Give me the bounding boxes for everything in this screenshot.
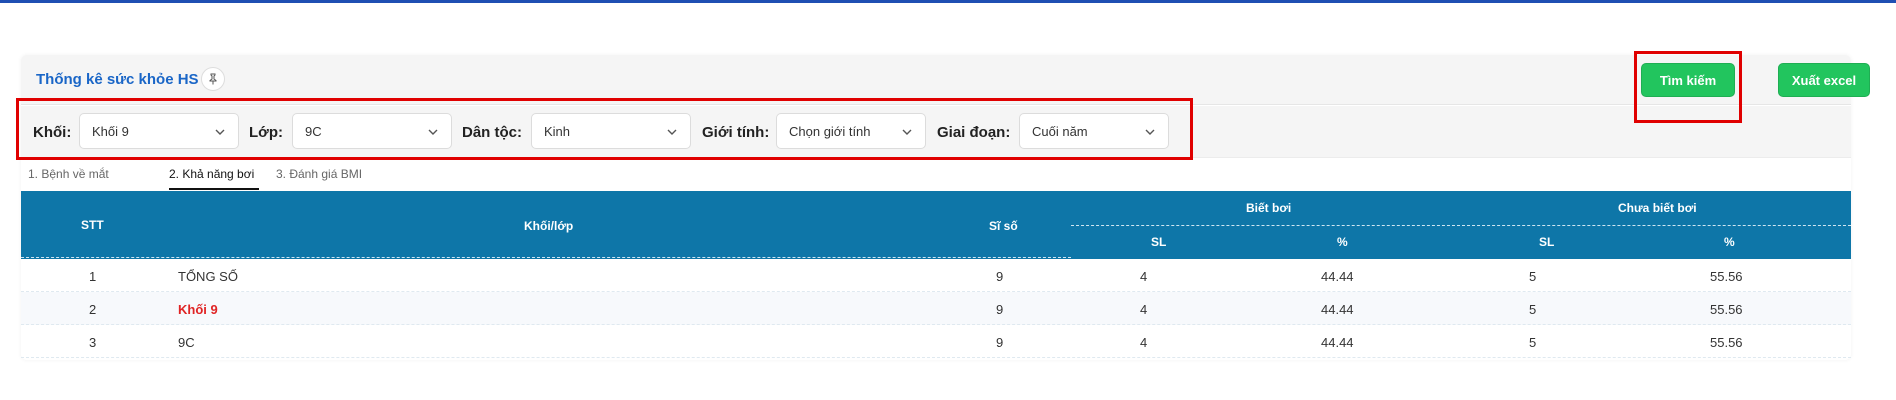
header-sl-biet-boi: SL (1151, 235, 1167, 249)
table-header: STT Khối/lớp Sĩ số Biết bơi Chưa biết bơ… (21, 191, 1851, 259)
chevron-down-icon (1145, 129, 1155, 135)
table-row: 3 9C 9 4 44.44 5 55.56 (21, 325, 1851, 358)
cell-name[interactable]: Khối 9 (178, 302, 218, 317)
chevron-down-icon (215, 129, 225, 135)
page-header: Thống kê sức khỏe HS Tìm kiếm Xuất excel (21, 55, 1870, 105)
active-tab-indicator (169, 188, 259, 190)
search-button[interactable]: Tìm kiếm (1641, 63, 1735, 97)
chevron-down-icon (667, 129, 677, 135)
cell-sl-biet-boi: 4 (1140, 269, 1148, 284)
khoi-select-value: Khối 9 (92, 124, 129, 139)
cell-pct-chua-biet-boi: 55.56 (1710, 269, 1743, 284)
chevron-down-icon (902, 129, 912, 135)
cell-sl-chua-biet-boi: 5 (1529, 269, 1537, 284)
cell-stt: 3 (89, 335, 97, 350)
table-row: 2 Khối 9 9 4 44.44 5 55.56 (21, 292, 1851, 325)
cell-pct-biet-boi: 44.44 (1321, 302, 1354, 317)
giaidoan-label: Giai đoạn: (937, 124, 1011, 141)
cell-name: TỔNG SỐ (178, 269, 238, 284)
header-siso: Sĩ số (989, 219, 1018, 233)
dantoc-select-value: Kinh (544, 124, 571, 139)
data-table: STT Khối/lớp Sĩ số Biết bơi Chưa biết bơ… (21, 191, 1851, 358)
pin-button[interactable] (201, 67, 225, 91)
lop-select-value: 9C (305, 124, 322, 139)
tab-benh-ve-mat[interactable]: 1. Bệnh về mắt (28, 167, 109, 181)
header-khoilop: Khối/lớp (524, 219, 574, 233)
pin-icon (209, 73, 217, 85)
gioitinh-select[interactable]: Chọn giới tính (776, 113, 926, 149)
header-divider (1071, 225, 1851, 226)
cell-sl-chua-biet-boi: 5 (1529, 302, 1537, 317)
header-stt: STT (81, 218, 104, 232)
cell-pct-biet-boi: 44.44 (1321, 269, 1354, 284)
filter-bar: Khối: Khối 9 Lớp: 9C Dân tộc: Kinh Giới … (21, 106, 1851, 158)
cell-sl-biet-boi: 4 (1140, 335, 1148, 350)
header-divider (21, 257, 1071, 258)
dantoc-label: Dân tộc: (462, 124, 522, 141)
khoi-label: Khối: (33, 124, 72, 141)
cell-pct-biet-boi: 44.44 (1321, 335, 1354, 350)
cell-siso: 9 (996, 269, 1004, 284)
cell-stt: 1 (89, 269, 97, 284)
tab-bar: 1. Bệnh về mắt 2. Khả năng bơi 3. Đánh g… (21, 160, 1021, 192)
gioitinh-select-value: Chọn giới tính (789, 124, 871, 139)
header-pct-biet-boi: % (1337, 235, 1348, 249)
header-chua-biet-boi: Chưa biết bơi (1618, 201, 1697, 215)
table-row: 1 TỔNG SỐ 9 4 44.44 5 55.56 (21, 259, 1851, 292)
header-pct-chua-biet-boi: % (1724, 235, 1735, 249)
tab-kha-nang-boi[interactable]: 2. Khả năng bơi (169, 167, 254, 181)
lop-label: Lớp: (249, 124, 283, 141)
cell-siso: 9 (996, 335, 1004, 350)
chevron-down-icon (428, 129, 438, 135)
khoi-select[interactable]: Khối 9 (79, 113, 239, 149)
header-sl-chua-biet-boi: SL (1539, 235, 1555, 249)
header-biet-boi: Biết bơi (1246, 201, 1292, 215)
giaidoan-select[interactable]: Cuối năm (1019, 113, 1169, 149)
cell-stt: 2 (89, 302, 97, 317)
gioitinh-label: Giới tính: (702, 124, 770, 141)
dantoc-select[interactable]: Kinh (531, 113, 691, 149)
cell-siso: 9 (996, 302, 1004, 317)
giaidoan-select-value: Cuối năm (1032, 124, 1088, 139)
cell-name: 9C (178, 335, 195, 350)
page-title: Thống kê sức khỏe HS (36, 71, 199, 88)
tab-danh-gia-bmi[interactable]: 3. Đánh giá BMI (276, 167, 362, 181)
cell-sl-biet-boi: 4 (1140, 302, 1148, 317)
cell-sl-chua-biet-boi: 5 (1529, 335, 1537, 350)
top-accent-bar (0, 0, 1896, 3)
export-excel-button[interactable]: Xuất excel (1778, 63, 1870, 97)
cell-pct-chua-biet-boi: 55.56 (1710, 302, 1743, 317)
cell-pct-chua-biet-boi: 55.56 (1710, 335, 1743, 350)
lop-select[interactable]: 9C (292, 113, 452, 149)
